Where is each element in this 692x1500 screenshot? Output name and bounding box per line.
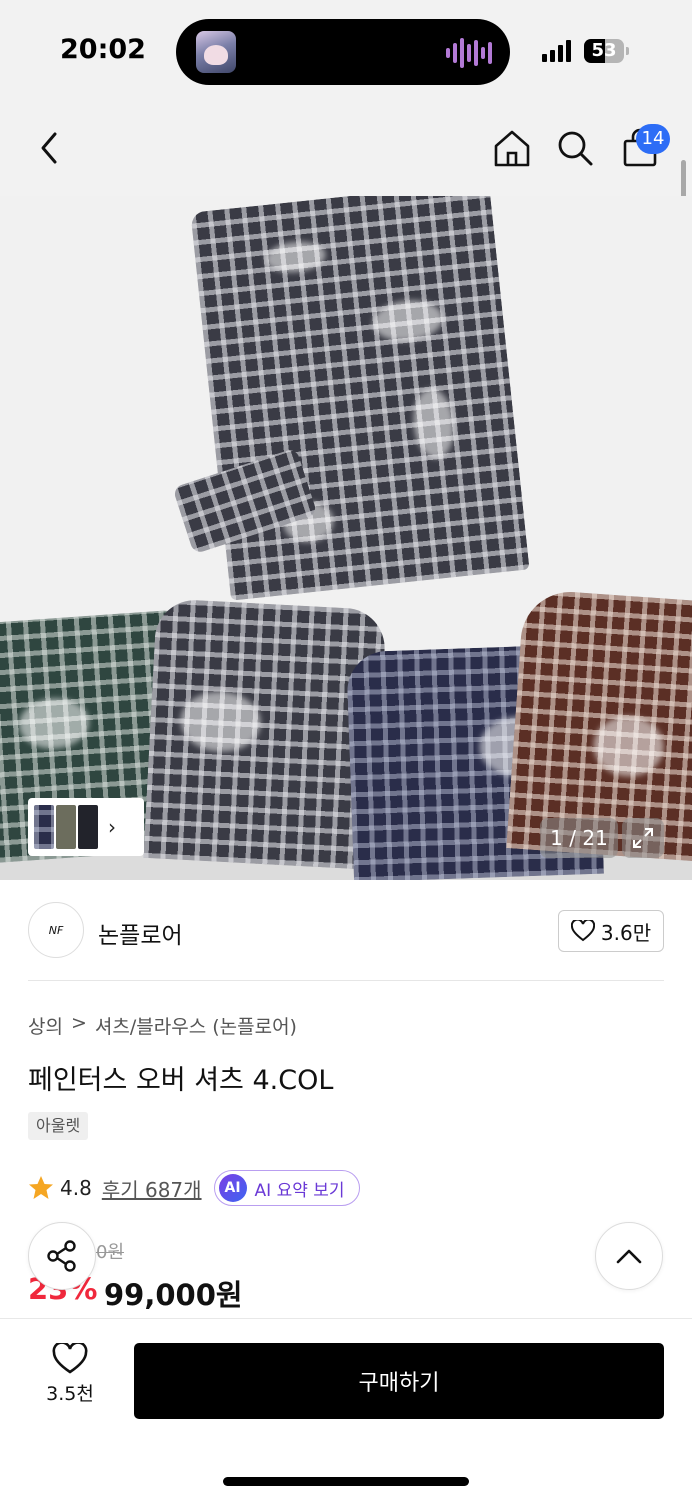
status-bar: 20:02 53	[0, 0, 692, 100]
chevron-up-icon	[616, 1249, 642, 1264]
audio-wave-icon	[446, 37, 492, 69]
battery-level: 53	[591, 40, 617, 61]
rating-row: 4.8 후기 687개 AI AI 요약 보기	[28, 1170, 360, 1206]
like-count: 3.5천	[46, 1383, 94, 1405]
ai-badge-icon: AI	[218, 1174, 247, 1202]
top-nav-bar	[0, 100, 692, 196]
rating-value: 4.8	[60, 1176, 92, 1200]
product-image-gallery[interactable]: › 1 / 21	[0, 196, 692, 880]
cart-count-badge: 14	[636, 124, 670, 154]
product-title: 페인터스 오버 셔츠 4.COL	[28, 1065, 334, 1096]
sale-price: 99,000원	[104, 1278, 243, 1312]
heart-icon	[570, 920, 595, 942]
battery-icon: 53	[584, 39, 624, 63]
home-indicator[interactable]	[223, 1477, 469, 1486]
breadcrumb: 상의 > 셔츠/블라우스 (논플로어)	[28, 1012, 297, 1039]
buy-button[interactable]: 구매하기	[134, 1343, 664, 1419]
thumbnail-1[interactable]	[34, 805, 54, 849]
image-counter: 1 / 21	[540, 818, 618, 858]
search-button[interactable]	[551, 124, 599, 172]
breadcrumb-subcategory[interactable]: 셔츠/블라우스 (논플로어)	[95, 1012, 297, 1039]
battery-tip	[626, 47, 629, 55]
scroll-top-button[interactable]	[595, 1222, 663, 1290]
divider	[28, 980, 664, 981]
expand-button[interactable]	[622, 818, 664, 858]
chevron-right-icon[interactable]: ›	[108, 815, 116, 839]
share-button[interactable]	[28, 1222, 96, 1290]
home-icon	[494, 130, 530, 167]
seller-like-count: 3.6만	[600, 920, 652, 945]
outlet-tag: 아울렛	[28, 1112, 89, 1140]
back-button[interactable]	[26, 124, 74, 172]
thumbnail-2[interactable]	[56, 805, 76, 849]
status-time: 20:02	[60, 34, 146, 65]
heart-icon	[52, 1343, 88, 1374]
star-icon	[29, 1176, 53, 1199]
seller-logo[interactable]: NF	[28, 902, 84, 958]
bottom-action-bar: 3.5천 구매하기	[0, 1318, 692, 1500]
share-icon	[47, 1240, 76, 1272]
breadcrumb-category[interactable]: 상의	[28, 1012, 63, 1039]
ai-summary-label: AI 요약 보기	[254, 1180, 345, 1201]
now-playing-artwork	[196, 31, 236, 73]
search-icon	[558, 131, 593, 166]
seller-like-button[interactable]: 3.6만	[558, 910, 664, 952]
like-button[interactable]: 3.5천	[28, 1343, 112, 1419]
expand-icon	[633, 828, 653, 848]
original-price: 0원	[96, 1242, 125, 1263]
breadcrumb-separator: >	[70, 1012, 87, 1034]
main-shirt-image	[190, 196, 530, 601]
thumbnail-3[interactable]	[78, 805, 98, 849]
thumbnail-strip[interactable]: ›	[28, 798, 144, 856]
dynamic-island[interactable]	[176, 19, 510, 85]
review-link[interactable]: 후기 687개	[102, 1174, 202, 1203]
home-button[interactable]	[488, 124, 536, 172]
seller-logo-text: NF	[48, 923, 64, 937]
seller-row: NF 논플로어 3.6만	[28, 902, 664, 960]
seller-name[interactable]: 논플로어	[98, 916, 183, 950]
ai-summary-button[interactable]: AI AI 요약 보기	[213, 1170, 360, 1206]
chevron-left-icon	[41, 132, 57, 164]
signal-icon	[542, 40, 571, 62]
